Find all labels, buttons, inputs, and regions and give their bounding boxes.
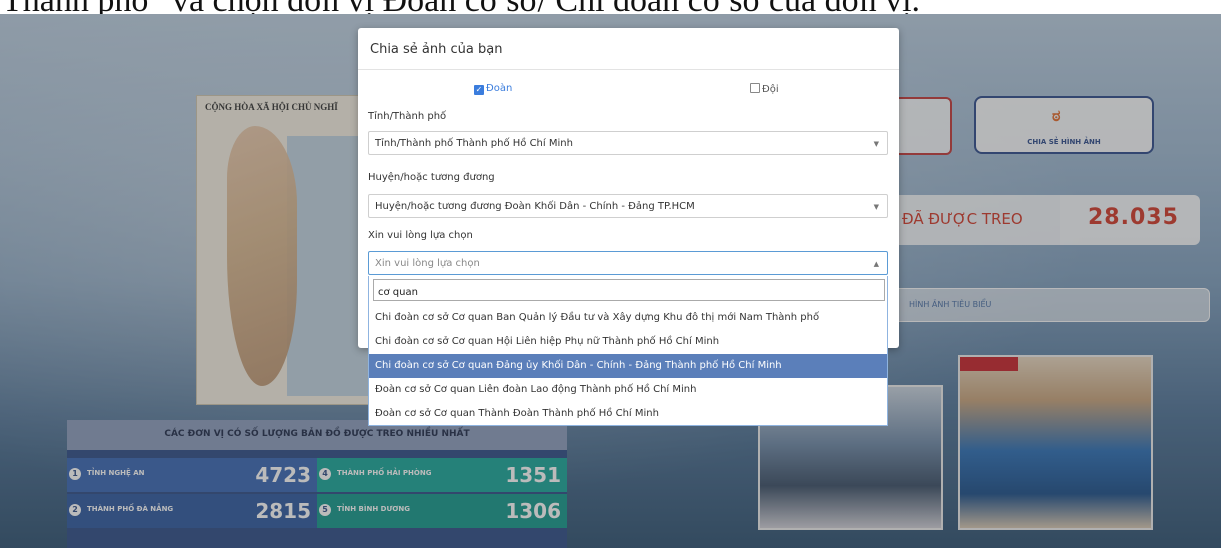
chevron-down-icon: ▼ [873, 203, 879, 211]
option-doi[interactable]: Đội [750, 83, 779, 95]
modal-divider [358, 69, 899, 70]
checkbox-checked-icon: ✓ [474, 85, 484, 95]
dropdown-option[interactable]: Đoàn cơ sở Cơ quan Thành Đoàn Thành phố … [369, 402, 887, 426]
unit-label: Xin vui lòng lựa chọn [368, 230, 473, 241]
chevron-down-icon: ▼ [873, 140, 879, 148]
unit-select[interactable]: Xin vui lòng lựa chọn ▲ [368, 251, 888, 275]
dropdown-search[interactable] [373, 279, 885, 303]
chevron-up-icon: ▲ [873, 260, 879, 268]
province-select[interactable]: Tỉnh/Thành phố Thành phố Hồ Chí Minh ▼ [368, 131, 888, 155]
dropdown-option-highlighted[interactable]: Chi đoàn cơ sở Cơ quan Đảng ủy Khối Dân … [369, 354, 887, 378]
province-label: Tỉnh/Thành phố [368, 111, 447, 122]
option-doan[interactable]: ✓ Đoàn [474, 83, 512, 95]
unit-dropdown: Chi đoàn cơ sở Cơ quan Ban Quản lý Đầu t… [368, 276, 888, 426]
dropdown-option[interactable]: Chi đoàn cơ sở Cơ quan Ban Quản lý Đầu t… [369, 306, 887, 330]
dropdown-option[interactable]: Chi đoàn cơ sở Cơ quan Hội Liên hiệp Phụ… [369, 330, 887, 354]
option-doan-label: Đoàn [486, 83, 513, 94]
district-label: Huyện/hoặc tương đương [368, 172, 495, 183]
district-select[interactable]: Huyện/hoặc tương đương Đoàn Khối Dân - C… [368, 194, 888, 218]
dropdown-option[interactable]: Đoàn cơ sở Cơ quan Liên đoàn Lao động Th… [369, 378, 887, 402]
dropdown-search-input[interactable] [374, 282, 884, 303]
modal-title: Chia sẻ ảnh của bạn [370, 42, 503, 57]
option-doi-label: Đội [762, 84, 779, 95]
checkbox-unchecked-icon [750, 83, 760, 93]
